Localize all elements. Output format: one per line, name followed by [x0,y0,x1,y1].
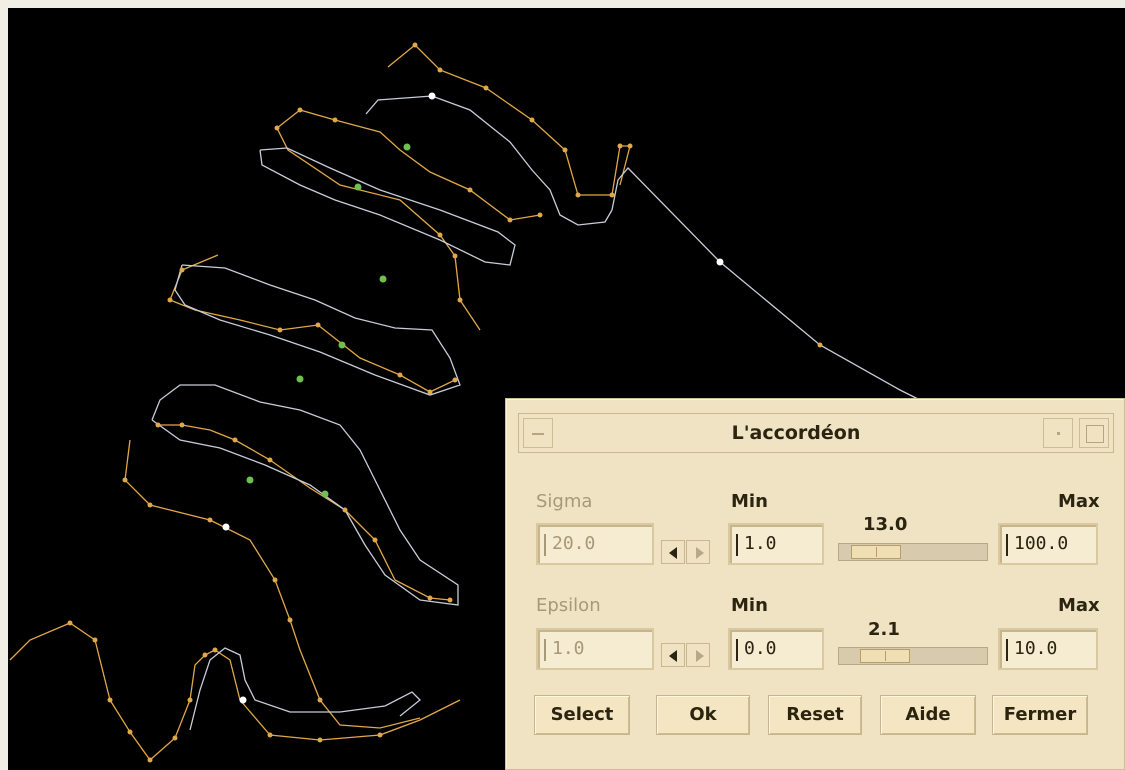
sigma-value-field[interactable]: 20.0 [536,523,654,565]
maximize-button[interactable] [1079,418,1109,448]
ok-button[interactable]: Ok [656,695,750,735]
sigma-slider-thumb[interactable] [851,545,901,559]
minimize-button[interactable] [1043,418,1073,448]
white-curve-mid [259,147,516,266]
accordeon-dialog: L'accordéon Sigma Min Max 20.0 1.0 13.0 … [505,398,1125,770]
sigma-slider[interactable] [838,543,988,561]
sigma-min-label: Min [731,491,768,512]
epsilon-increase-arrow[interactable] [686,643,710,667]
select-button[interactable]: Select [534,695,630,735]
white-curve-left1 [174,264,461,396]
epsilon-max-field[interactable]: 10.0 [998,628,1098,670]
text-caret [544,639,546,661]
orange-curve-left1 [169,254,456,393]
epsilon-decrease-arrow[interactable] [661,643,685,667]
text-caret [1006,639,1008,661]
sigma-value-text: 20.0 [552,533,596,554]
white-curve-bottom [189,647,421,731]
window-menu-button[interactable] [523,418,553,448]
epsilon-slider[interactable] [838,647,988,665]
epsilon-min-field[interactable]: 0.0 [728,628,824,670]
white-curve-left2 [151,384,459,606]
sigma-max-field[interactable]: 100.0 [998,523,1098,565]
text-caret [736,639,738,661]
orange-curve-left2 [158,424,451,601]
epsilon-label: Epsilon [536,595,601,616]
epsilon-slider-thumb[interactable] [860,649,910,663]
reset-button[interactable]: Reset [768,695,862,735]
application-window: L'accordéon Sigma Min Max 20.0 1.0 13.0 … [0,0,1125,770]
epsilon-max-label: Max [1058,595,1100,616]
epsilon-min-text: 0.0 [744,638,777,659]
sigma-min-text: 1.0 [744,533,777,554]
aide-button[interactable]: Aide [880,695,976,735]
epsilon-max-text: 10.0 [1014,638,1058,659]
dialog-title: L'accordéon [731,422,861,444]
sigma-max-label: Max [1058,491,1100,512]
orange-curve-top [387,44,631,196]
orange-curve-left3 [124,439,421,729]
orange-curve-bottom [9,622,461,761]
sigma-slider-value: 13.0 [863,514,908,535]
epsilon-min-label: Min [731,595,768,616]
epsilon-value-text: 1.0 [552,638,585,659]
sigma-increase-arrow[interactable] [686,540,710,564]
sigma-min-field[interactable]: 1.0 [728,523,824,565]
sigma-label: Sigma [536,491,593,512]
text-caret [544,534,546,556]
dialog-titlebar[interactable]: L'accordéon [518,413,1114,453]
sigma-decrease-arrow[interactable] [661,540,685,564]
epsilon-slider-value: 2.1 [868,619,900,640]
epsilon-value-field[interactable]: 1.0 [536,628,654,670]
text-caret [1006,534,1008,556]
fermer-button[interactable]: Fermer [992,695,1088,735]
orange-curve-mid [276,109,541,331]
text-caret [736,534,738,556]
sigma-max-text: 100.0 [1014,533,1069,554]
